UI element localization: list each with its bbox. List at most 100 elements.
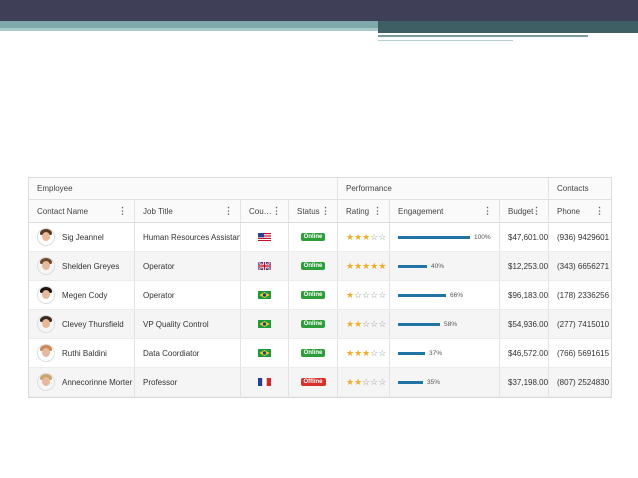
table-row[interactable]: Clevey Thursfield VP Quality Control Onlin… [29, 310, 611, 339]
status-badge: Online [300, 320, 326, 328]
cell-job-title[interactable]: Operator [135, 252, 241, 280]
star-rating[interactable]: ★★★☆☆ [346, 348, 386, 359]
cell-country[interactable] [241, 223, 289, 251]
engagement-percent: 35% [427, 378, 441, 386]
cell-job-title[interactable]: Professor [135, 368, 241, 396]
column-menu-icon[interactable]: ⋮ [118, 206, 127, 217]
contact-name-text: Sig Jeannel [62, 232, 104, 242]
column-header-budget[interactable]: Budget ⋮ [500, 200, 549, 222]
job-title-text: Human Resources Assistant III [143, 232, 241, 242]
table-row[interactable]: Sig Jeannel Human Resources Assistant III… [29, 223, 611, 252]
cell-job-title[interactable]: Human Resources Assistant III [135, 223, 241, 251]
cell-phone[interactable]: (178) 2336256 [549, 281, 611, 309]
cell-engagement[interactable]: 100% [390, 223, 500, 251]
cell-phone[interactable]: (343) 6656271 [549, 252, 611, 280]
status-badge: Online [300, 291, 326, 299]
table-row[interactable]: Shelden Greyes Operator Online ★★★★★ 40% $12,… [29, 252, 611, 281]
column-header-contact-name[interactable]: Contact Name ⋮ [29, 200, 135, 222]
cell-budget[interactable]: $46,572.00 [500, 339, 549, 367]
cell-engagement[interactable]: 37% [390, 339, 500, 367]
brazil-flag-icon [258, 291, 271, 299]
group-header-employee[interactable]: Employee [29, 178, 338, 199]
table-row[interactable]: Annecorinne Morter Professor Offline ★★☆☆☆ 3… [29, 368, 611, 397]
column-menu-icon[interactable]: ⋮ [224, 206, 233, 217]
cell-phone[interactable]: (936) 9429601 [549, 223, 611, 251]
cell-country[interactable] [241, 339, 289, 367]
cell-rating[interactable]: ★★☆☆☆ [338, 368, 390, 396]
cell-contact-name[interactable]: Sig Jeannel [29, 223, 135, 251]
column-menu-icon[interactable]: ⋮ [321, 206, 330, 217]
cell-budget[interactable]: $37,198.00 [500, 368, 549, 396]
cell-job-title[interactable]: Data Coordiator [135, 339, 241, 367]
cell-phone[interactable]: (277) 7415010 [549, 310, 611, 338]
table-row[interactable]: Ruthi Baldini Data Coordiator Online ★★★☆☆ 3… [29, 339, 611, 368]
star-rating[interactable]: ★★★☆☆ [346, 232, 386, 243]
engagement-percent: 66% [450, 291, 464, 299]
cell-rating[interactable]: ★☆☆☆☆ [338, 281, 390, 309]
budget-text: $54,936.00 [508, 319, 549, 329]
cell-status[interactable]: Offline [289, 368, 338, 396]
column-header-engagement[interactable]: Engagement ⋮ [390, 200, 500, 222]
star-filled-icon: ★ [354, 347, 363, 358]
cell-phone[interactable]: (766) 5691615 [549, 339, 611, 367]
column-menu-icon[interactable]: ⋮ [373, 206, 382, 217]
column-header-phone[interactable]: Phone ⋮ [549, 200, 611, 222]
engagement-percent: 58% [444, 320, 458, 328]
cell-contact-name[interactable]: Megen Cody [29, 281, 135, 309]
cell-country[interactable] [241, 281, 289, 309]
cell-rating[interactable]: ★★☆☆☆ [338, 310, 390, 338]
cell-engagement[interactable]: 40% [390, 252, 500, 280]
cell-status[interactable]: Online [289, 223, 338, 251]
cell-contact-name[interactable]: Annecorinne Morter [29, 368, 135, 396]
cell-contact-name[interactable]: Ruthi Baldini [29, 339, 135, 367]
column-menu-icon[interactable]: ⋮ [595, 206, 604, 217]
star-rating[interactable]: ★★☆☆☆ [346, 319, 386, 330]
cell-budget[interactable]: $47,601.00 [500, 223, 549, 251]
star-rating[interactable]: ★★★★★ [346, 261, 386, 272]
table-row[interactable]: Megen Cody Operator Online ★☆☆☆☆ 66% $96,183.… [29, 281, 611, 310]
cell-job-title[interactable]: VP Quality Control [135, 310, 241, 338]
column-header-job-title[interactable]: Job Title ⋮ [135, 200, 241, 222]
cell-country[interactable] [241, 368, 289, 396]
cell-country[interactable] [241, 252, 289, 280]
column-header-label: Job Title [143, 206, 173, 216]
group-header-performance[interactable]: Performance [338, 178, 549, 199]
cell-budget[interactable]: $96,183.00 [500, 281, 549, 309]
column-header-rating[interactable]: Rating ⋮ [338, 200, 390, 222]
cell-engagement[interactable]: 66% [390, 281, 500, 309]
cell-rating[interactable]: ★★★☆☆ [338, 339, 390, 367]
cell-contact-name[interactable]: Shelden Greyes [29, 252, 135, 280]
job-title-text: Professor [143, 377, 178, 387]
cell-phone[interactable]: (807) 2524830 [549, 368, 611, 396]
star-filled-icon: ★ [346, 318, 355, 329]
cell-engagement[interactable]: 58% [390, 310, 500, 338]
avatar [37, 257, 55, 275]
column-menu-icon[interactable]: ⋮ [532, 206, 541, 217]
star-filled-icon: ★ [346, 347, 355, 358]
group-header-contacts[interactable]: Contacts [549, 178, 611, 199]
column-menu-icon[interactable]: ⋮ [483, 206, 492, 217]
star-rating[interactable]: ★★☆☆☆ [346, 377, 386, 388]
uk-flag-icon [258, 262, 271, 270]
star-filled-icon: ★ [354, 231, 363, 242]
cell-job-title[interactable]: Operator [135, 281, 241, 309]
cell-budget[interactable]: $12,253.00 [500, 252, 549, 280]
cell-budget[interactable]: $54,936.00 [500, 310, 549, 338]
cell-country[interactable] [241, 310, 289, 338]
column-header-country[interactable]: Cou… ⋮ [241, 200, 289, 222]
cell-rating[interactable]: ★★★★★ [338, 252, 390, 280]
column-header-status[interactable]: Status ⋮ [289, 200, 338, 222]
column-menu-icon[interactable]: ⋮ [272, 206, 281, 217]
cell-status[interactable]: Online [289, 339, 338, 367]
cell-contact-name[interactable]: Clevey Thursfield [29, 310, 135, 338]
cell-rating[interactable]: ★★★☆☆ [338, 223, 390, 251]
cell-status[interactable]: Online [289, 310, 338, 338]
engagement-bar [398, 322, 440, 326]
column-header-label: Cou… [249, 206, 272, 216]
cell-engagement[interactable]: 35% [390, 368, 500, 396]
star-rating[interactable]: ★☆☆☆☆ [346, 290, 386, 301]
cell-status[interactable]: Online [289, 281, 338, 309]
france-flag-icon [258, 378, 271, 386]
budget-text: $12,253.00 [508, 261, 549, 271]
cell-status[interactable]: Online [289, 252, 338, 280]
